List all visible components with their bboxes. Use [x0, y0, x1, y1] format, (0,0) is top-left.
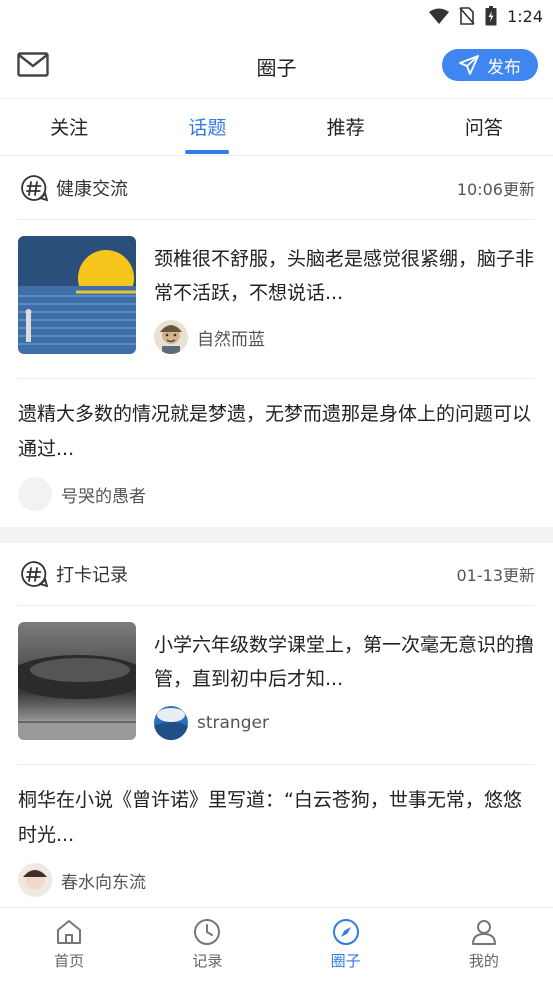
home-icon	[57, 920, 82, 944]
section-divider	[0, 527, 553, 543]
author-name: 春水向东流	[61, 872, 146, 893]
author-name: 号哭的愚者	[61, 486, 146, 507]
topic-feed: 健康交流 10:06更新 颈椎很不舒服，头脑老是感觉很紧绷，脑子非常不活跃，不想…	[0, 157, 553, 913]
topic-name: 打卡记录	[56, 565, 128, 586]
post-text: 颈椎很不舒服，头脑老是感觉很紧绷，脑子非常不活跃，不想说话...	[154, 248, 535, 304]
clock-icon	[194, 919, 221, 945]
post-author[interactable]: 自然而蓝	[154, 320, 535, 354]
post-text: 桐华在小说《曾许诺》里写道：“白云苍狗，世事无常，悠悠时光...	[18, 789, 522, 846]
author-name: 自然而蓝	[197, 329, 265, 350]
post-item[interactable]: 桐华在小说《曾许诺》里写道：“白云苍狗，世事无常，悠悠时光... 春水向东流	[18, 765, 535, 913]
post-text: 遗精大多数的情况就是梦遗，无梦而遗那是身体上的问题可以通过...	[18, 403, 532, 460]
post-item[interactable]: 小学六年级数学课堂上，第一次毫无意识的撸管，直到初中后才知... strange…	[18, 606, 535, 765]
post-thumbnail	[18, 622, 136, 740]
status-icons: 1:24	[429, 6, 543, 26]
hashtag-icon	[21, 175, 48, 202]
nav-circle[interactable]: 圈子	[277, 908, 415, 983]
post-thumbnail	[18, 236, 136, 354]
post-item[interactable]: 颈椎很不舒服，头脑老是感觉很紧绷，脑子非常不活跃，不想说话... 自然而蓝	[18, 220, 535, 379]
post-item[interactable]: 遗精大多数的情况就是梦遗，无梦而遗那是身体上的问题可以通过... 号哭的愚者	[18, 379, 535, 527]
nav-label: 记录	[192, 952, 223, 970]
tab-following[interactable]: 关注	[0, 99, 138, 155]
status-time: 1:24	[507, 6, 543, 26]
post-text: 小学六年级数学课堂上，第一次毫无意识的撸管，直到初中后才知...	[154, 634, 535, 690]
publish-label: 发布	[487, 57, 521, 78]
nav-records[interactable]: 记录	[138, 908, 276, 983]
no-sim-icon	[459, 7, 475, 25]
nav-label: 圈子	[330, 952, 361, 970]
nav-label: 我的	[468, 952, 499, 970]
tab-bar: 关注 话题 推荐 问答	[0, 98, 553, 156]
topic-header[interactable]: 健康交流 10:06更新	[18, 157, 535, 220]
topic-card: 打卡记录 01-13更新 小学六年级数学课堂上，第一次毫无意识的撸管，直到初中后…	[0, 543, 553, 913]
bottom-nav: 首页 记录 圈子 我的	[0, 907, 553, 983]
post-author[interactable]: 春水向东流	[18, 863, 535, 897]
post-author[interactable]: stranger	[154, 706, 535, 740]
topic-updated: 01-13更新	[456, 566, 536, 585]
hashtag-icon	[21, 561, 48, 588]
topic-updated: 10:06更新	[456, 180, 535, 199]
compass-icon	[332, 919, 359, 945]
nav-home[interactable]: 首页	[0, 908, 138, 983]
post-author[interactable]: 号哭的愚者	[18, 477, 535, 511]
app-bar: 圈子 发布	[0, 34, 553, 98]
topic-card: 健康交流 10:06更新 颈椎很不舒服，头脑老是感觉很紧绷，脑子非常不活跃，不想…	[0, 157, 553, 527]
avatar	[18, 477, 52, 511]
avatar	[18, 863, 52, 897]
tab-recommended[interactable]: 推荐	[277, 99, 415, 155]
publish-button[interactable]: 发布	[442, 49, 538, 81]
tab-qa[interactable]: 问答	[415, 99, 553, 155]
nav-mine[interactable]: 我的	[415, 908, 553, 983]
topic-header[interactable]: 打卡记录 01-13更新	[18, 543, 535, 606]
author-name: stranger	[197, 713, 269, 733]
avatar	[154, 706, 188, 740]
send-icon	[459, 55, 479, 75]
status-bar: 1:24	[0, 0, 553, 34]
battery-icon	[485, 6, 497, 26]
nav-label: 首页	[54, 952, 85, 970]
topic-name: 健康交流	[56, 179, 128, 200]
tab-topics[interactable]: 话题	[138, 99, 276, 155]
user-icon	[471, 920, 496, 945]
wifi-icon	[429, 8, 450, 24]
avatar	[154, 320, 188, 354]
